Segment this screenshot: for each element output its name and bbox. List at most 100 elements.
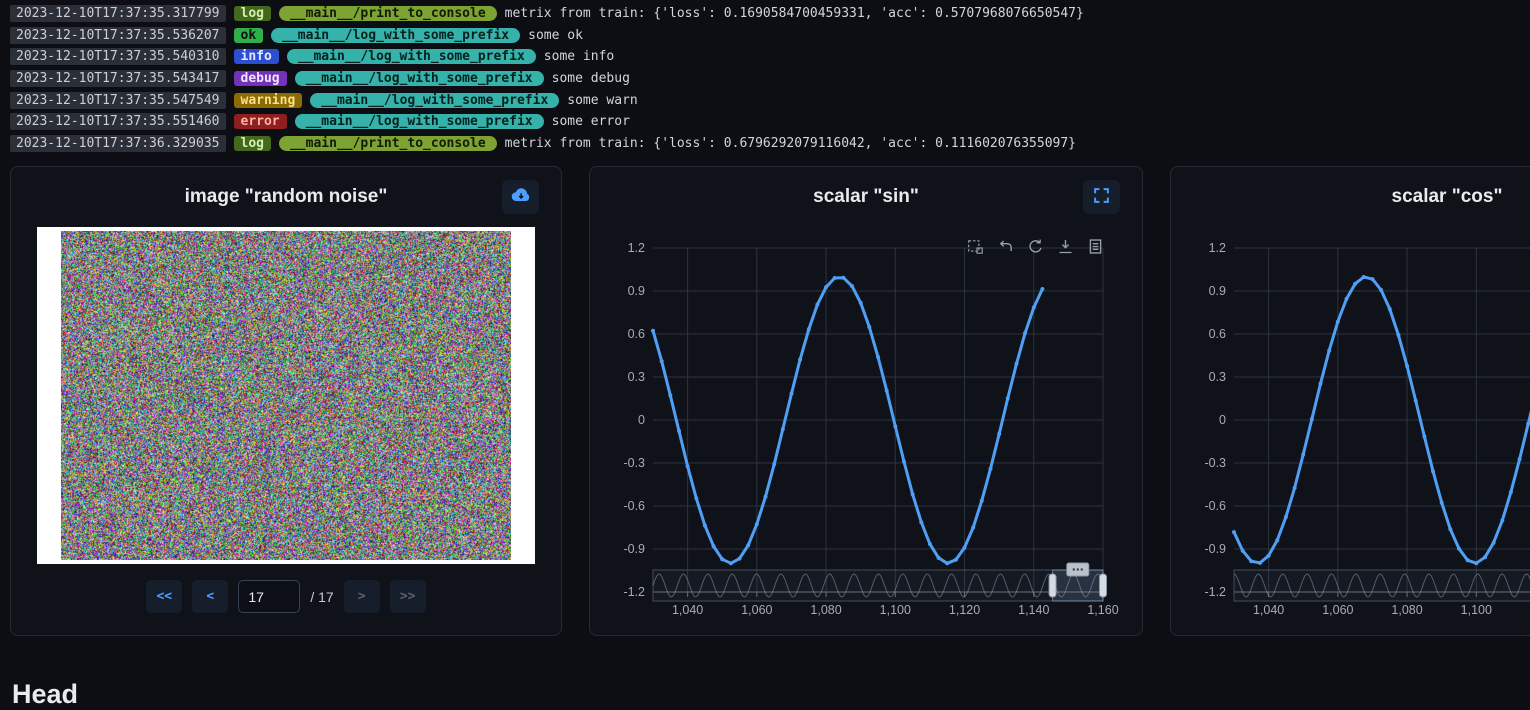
chart-card-header: scalar "sin" — [590, 167, 1142, 227]
y-axis-labels: 1.20.90.60.30-0.3-0.6-0.9-1.2 — [623, 241, 645, 599]
svg-text:-1.2: -1.2 — [623, 585, 645, 599]
chart-card: scalar "sin" — [589, 166, 1143, 636]
section-heading-partial: Head — [12, 679, 78, 710]
svg-text:1.2: 1.2 — [628, 241, 645, 255]
cloud-download-icon — [510, 187, 531, 207]
page-total: / 17 — [310, 589, 333, 605]
y-axis-labels: 1.20.90.60.30-0.3-0.6-0.9-1.2 — [1204, 241, 1226, 599]
svg-text:-0.9: -0.9 — [623, 542, 645, 556]
svg-text:1,040: 1,040 — [1253, 603, 1284, 617]
log-timestamp: 2023-12-10T17:37:35.540310 — [10, 48, 226, 65]
marquee-zoom-icon[interactable] — [967, 238, 984, 255]
svg-text:0.3: 0.3 — [628, 370, 645, 384]
svg-text:1,040: 1,040 — [672, 603, 703, 617]
svg-text:0.9: 0.9 — [628, 284, 645, 298]
log-timestamp: 2023-12-10T17:37:35.317799 — [10, 5, 226, 22]
log-level-badge: info — [234, 49, 279, 64]
image-card-title: image "random noise" — [185, 186, 388, 208]
x-axis-labels: 1,040 1,060 1,080 1,100 1,120 1,140 1,160 — [672, 603, 1119, 617]
image-card-header: image "random noise" — [11, 167, 561, 227]
svg-text:1,100: 1,100 — [1461, 603, 1492, 617]
log-row: 2023-12-10T17:37:35.551460 error __main__/… — [10, 111, 1530, 133]
log-timestamp: 2023-12-10T17:37:36.329035 — [10, 135, 226, 152]
log-row: 2023-12-10T17:37:35.540310 info __main__/l… — [10, 46, 1530, 68]
line-chart-svg: 1.20.90.60.30-0.3-0.6-0.9-1.21,0401,0601… — [590, 227, 1143, 622]
svg-text:1,060: 1,060 — [741, 603, 772, 617]
svg-text:0.3: 0.3 — [1209, 370, 1226, 384]
chart-card-title: scalar "sin" — [813, 186, 919, 208]
log-row: 2023-12-10T17:37:35.547549warning__main_… — [10, 89, 1530, 111]
svg-text:0.6: 0.6 — [628, 327, 645, 341]
log-row: 2023-12-10T17:37:36.329035 log __main__/pr… — [10, 133, 1530, 155]
datazoom-move-handle[interactable] — [1067, 563, 1089, 576]
svg-text:1,100: 1,100 — [880, 603, 911, 617]
noise-image — [61, 231, 511, 560]
log-message: some debug — [552, 71, 630, 86]
log-row: 2023-12-10T17:37:35.317799log__main__/pr… — [10, 3, 1530, 25]
log-module-badge: __main__/log_with_some_prefix — [287, 49, 536, 64]
log-message: some ok — [528, 28, 583, 43]
svg-text:-0.3: -0.3 — [1204, 456, 1226, 470]
save-image-icon[interactable] — [1057, 238, 1074, 255]
page-input[interactable] — [238, 580, 300, 613]
log-row: 2023-12-10T17:37:35.543417 debug __main__/… — [10, 68, 1530, 90]
log-module-badge: __main__/print_to_console — [279, 136, 497, 151]
datazoom-slider[interactable] — [1234, 563, 1530, 601]
chart-card: scalar "cos" — [1170, 166, 1530, 636]
svg-text:0.6: 0.6 — [1209, 327, 1226, 341]
image-card: image "random noise" << < / 17 > >> — [10, 166, 562, 636]
log-row: 2023-12-10T17:37:35.536207 ok __main__/log… — [10, 25, 1530, 47]
log-timestamp: 2023-12-10T17:37:35.547549 — [10, 92, 226, 109]
download-image-button[interactable] — [502, 180, 539, 214]
svg-text:0: 0 — [638, 413, 645, 427]
zoom-back-icon[interactable] — [997, 238, 1014, 255]
restore-icon[interactable] — [1027, 238, 1044, 255]
chart[interactable]: 1.20.90.60.30-0.3-0.6-0.9-1.21,0401,0601… — [1171, 227, 1530, 622]
log-timestamp: 2023-12-10T17:37:35.543417 — [10, 70, 226, 87]
log-level-badge: ok — [234, 28, 264, 43]
x-axis-labels: 1,0401,0601,0801,1001,1201,1401,160 — [1253, 603, 1530, 617]
log-level-badge: error — [234, 114, 287, 129]
log-module-badge: __main__/log_with_some_prefix — [310, 93, 559, 108]
svg-text:0.9: 0.9 — [1209, 284, 1226, 298]
grid-lines — [653, 248, 1103, 592]
datazoom-handle-left[interactable] — [1049, 574, 1056, 597]
svg-text:-0.9: -0.9 — [1204, 542, 1226, 556]
svg-text:1,060: 1,060 — [1322, 603, 1353, 617]
log-message: metrix from train: {'loss': 0.1690584700… — [505, 6, 1084, 21]
prev-page-button[interactable]: < — [192, 580, 228, 613]
log-module-badge: __main__/log_with_some_prefix — [295, 71, 544, 86]
chart-toolbox — [967, 238, 1104, 255]
log-console: 2023-12-10T17:37:35.317799 log __main__/pr… — [0, 0, 1530, 154]
log-level-badge: debug — [234, 71, 287, 86]
last-page-button[interactable]: >> — [390, 580, 426, 613]
log-message: metrix from train: {'loss': 0.6796292079… — [505, 136, 1076, 151]
log-message: some warn — [567, 93, 637, 108]
log-module-badge: __main__/log_with_some_prefix — [295, 114, 544, 129]
datazoom-slider[interactable] — [653, 563, 1107, 601]
image-pagination: << < / 17 > >> — [11, 580, 561, 613]
next-page-button[interactable]: > — [344, 580, 380, 613]
chart-card-header: scalar "cos" — [1171, 167, 1530, 227]
svg-text:1.2: 1.2 — [1209, 241, 1226, 255]
cards-row: image "random noise" << < / 17 > >> — [0, 166, 1530, 636]
line-chart-svg: 1.20.90.60.30-0.3-0.6-0.9-1.21,0401,0601… — [1171, 227, 1530, 622]
log-timestamp: 2023-12-10T17:37:35.536207 — [10, 27, 226, 44]
log-timestamp: 2023-12-10T17:37:35.551460 — [10, 113, 226, 130]
svg-text:1,160: 1,160 — [1087, 603, 1118, 617]
log-module-badge: __main__/log_with_some_prefix — [271, 28, 520, 43]
chart[interactable]: 1.20.90.60.30-0.3-0.6-0.9-1.21,0401,0601… — [590, 227, 1142, 622]
fullscreen-icon — [1093, 187, 1110, 207]
svg-text:1,140: 1,140 — [1018, 603, 1049, 617]
log-module-badge: __main__/print_to_console — [279, 6, 497, 21]
svg-text:1,120: 1,120 — [949, 603, 980, 617]
svg-text:1,080: 1,080 — [810, 603, 841, 617]
image-matte — [37, 227, 535, 564]
datazoom-handle-right[interactable] — [1100, 574, 1107, 597]
fullscreen-button[interactable] — [1083, 180, 1120, 214]
first-page-button[interactable]: << — [146, 580, 182, 613]
svg-text:-1.2: -1.2 — [1204, 585, 1226, 599]
data-view-icon[interactable] — [1087, 238, 1104, 255]
log-level-badge: log — [234, 136, 271, 151]
svg-text:0: 0 — [1219, 413, 1226, 427]
